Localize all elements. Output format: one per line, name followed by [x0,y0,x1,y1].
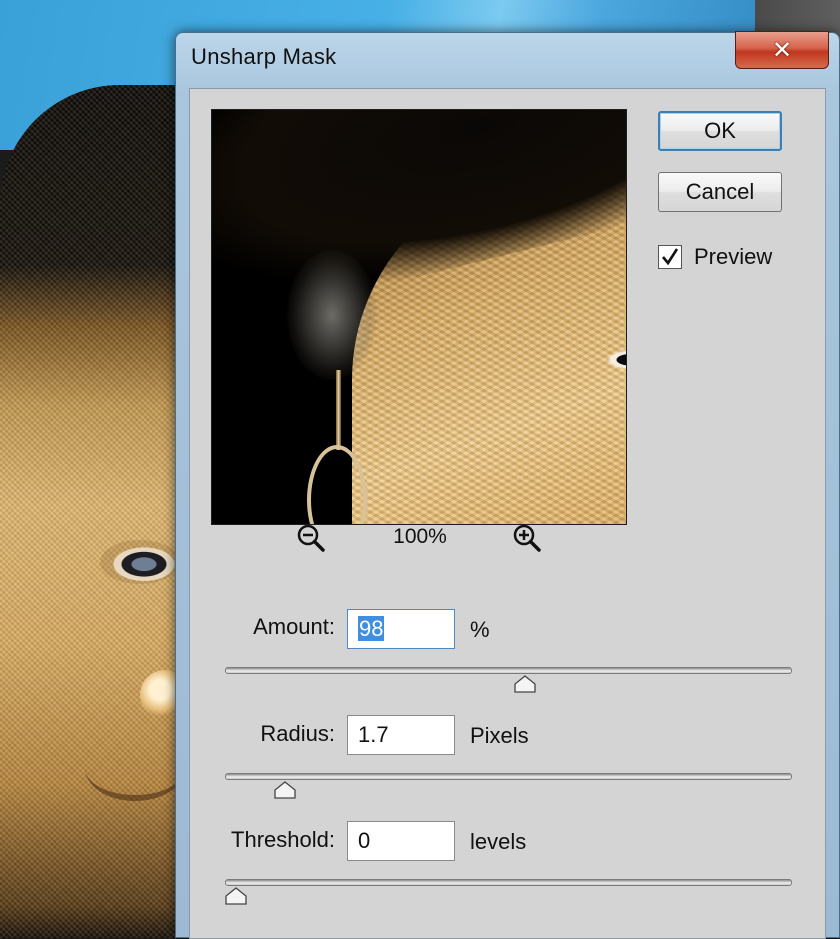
radius-slider-track[interactable] [225,773,792,780]
zoom-in-button[interactable] [510,521,544,555]
dialog-title: Unsharp Mask [191,44,337,69]
preview-toggle[interactable]: Preview [658,241,772,273]
amount-label: Amount: [253,614,335,639]
amount-value: 98 [358,616,385,641]
amount-input[interactable]: 98 [347,609,455,649]
threshold-input[interactable]: 0 [347,821,455,861]
threshold-slider-thumb[interactable] [225,887,247,905]
amount-unit: % [470,617,490,642]
checkmark-icon [662,248,679,266]
amount-slider-track[interactable] [225,667,792,674]
preview-image[interactable] [211,109,627,525]
threshold-unit: levels [470,829,527,854]
zoom-in-icon [513,524,541,552]
radius-label: Radius: [260,721,335,746]
close-icon: ✕ [771,36,793,64]
ok-button[interactable]: OK [658,111,782,151]
zoom-level: 100% [393,525,447,548]
unsharp-mask-dialog: Unsharp Mask ✕ 100% OK Cancel Preview Am… [175,31,840,939]
preview-ear [287,250,377,380]
radius-input[interactable]: 1.7 [347,715,455,755]
preview-earring [336,370,341,450]
threshold-label: Threshold: [231,827,335,852]
amount-slider-thumb[interactable] [514,675,536,693]
photo-eye [100,540,180,584]
preview-label: Preview [694,244,773,269]
preview-checkbox[interactable] [658,245,682,269]
threshold-slider-track[interactable] [225,879,792,886]
radius-unit: Pixels [470,723,529,748]
zoom-out-button[interactable] [294,521,328,555]
photo-mouth [85,735,185,801]
radius-slider-thumb[interactable] [274,781,296,799]
close-button[interactable]: ✕ [735,31,829,69]
cancel-button[interactable]: Cancel [658,172,782,212]
background-photo [0,85,200,938]
zoom-out-icon [297,524,325,552]
dialog-client-area: 100% OK Cancel Preview Amount: 98 % Radi… [189,88,826,939]
